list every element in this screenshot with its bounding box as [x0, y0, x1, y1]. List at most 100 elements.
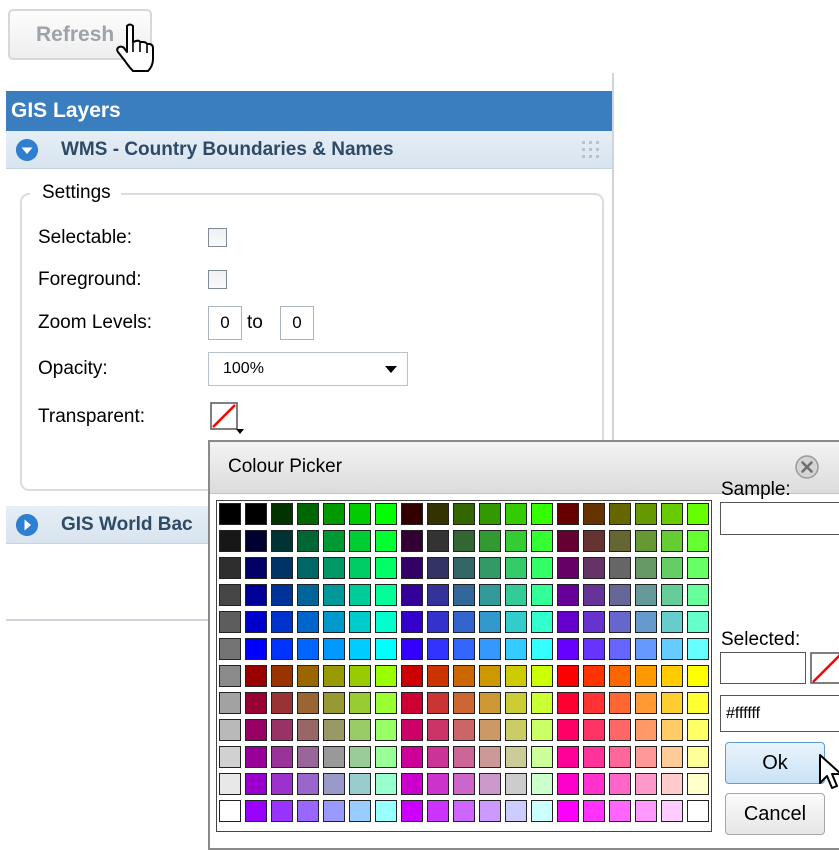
- colour-swatch[interactable]: [661, 719, 683, 741]
- colour-swatch[interactable]: [219, 638, 241, 660]
- colour-swatch[interactable]: [531, 692, 553, 714]
- colour-swatch[interactable]: [297, 557, 319, 579]
- colour-swatch[interactable]: [557, 503, 579, 525]
- colour-swatch[interactable]: [297, 719, 319, 741]
- colour-swatch[interactable]: [687, 611, 709, 633]
- colour-swatch[interactable]: [323, 773, 345, 795]
- colour-swatch[interactable]: [479, 746, 501, 768]
- colour-swatch[interactable]: [349, 611, 371, 633]
- colour-swatch[interactable]: [453, 665, 475, 687]
- colour-swatch[interactable]: [479, 584, 501, 606]
- colour-swatch[interactable]: [557, 530, 579, 552]
- colour-swatch[interactable]: [245, 584, 267, 606]
- colour-swatch[interactable]: [271, 692, 293, 714]
- colour-swatch[interactable]: [219, 503, 241, 525]
- expand-toggle-icon[interactable]: [16, 514, 38, 536]
- colour-swatch[interactable]: [427, 665, 449, 687]
- colour-swatch[interactable]: [401, 584, 423, 606]
- colour-swatch[interactable]: [271, 719, 293, 741]
- colour-swatch[interactable]: [635, 530, 657, 552]
- colour-swatch[interactable]: [349, 746, 371, 768]
- colour-swatch[interactable]: [557, 692, 579, 714]
- colour-swatch[interactable]: [271, 773, 293, 795]
- colour-swatch[interactable]: [375, 719, 397, 741]
- colour-swatch[interactable]: [245, 719, 267, 741]
- colour-swatch[interactable]: [505, 800, 527, 822]
- colour-swatch[interactable]: [583, 611, 605, 633]
- colour-swatch[interactable]: [687, 773, 709, 795]
- colour-swatch[interactable]: [349, 719, 371, 741]
- collapse-toggle-icon[interactable]: [16, 139, 38, 161]
- colour-swatch[interactable]: [609, 611, 631, 633]
- colour-swatch[interactable]: [271, 530, 293, 552]
- colour-swatch[interactable]: [245, 530, 267, 552]
- cancel-button[interactable]: Cancel: [725, 793, 825, 835]
- colour-swatch[interactable]: [531, 584, 553, 606]
- colour-swatch[interactable]: [375, 530, 397, 552]
- colour-swatch[interactable]: [219, 692, 241, 714]
- selectable-checkbox[interactable]: [208, 228, 227, 247]
- colour-swatch[interactable]: [323, 665, 345, 687]
- colour-swatch[interactable]: [687, 719, 709, 741]
- colour-swatch[interactable]: [661, 584, 683, 606]
- colour-swatch[interactable]: [427, 800, 449, 822]
- colour-swatch[interactable]: [271, 503, 293, 525]
- colour-swatch[interactable]: [661, 611, 683, 633]
- colour-swatch[interactable]: [479, 800, 501, 822]
- colour-swatch[interactable]: [479, 665, 501, 687]
- colour-swatch[interactable]: [375, 746, 397, 768]
- colour-swatch[interactable]: [687, 503, 709, 525]
- colour-swatch[interactable]: [219, 746, 241, 768]
- colour-swatch[interactable]: [271, 665, 293, 687]
- colour-swatch[interactable]: [531, 773, 553, 795]
- colour-swatch[interactable]: [609, 503, 631, 525]
- colour-swatch[interactable]: [427, 773, 449, 795]
- colour-swatch[interactable]: [557, 611, 579, 633]
- colour-swatch[interactable]: [323, 638, 345, 660]
- colour-swatch[interactable]: [505, 611, 527, 633]
- colour-swatch[interactable]: [687, 665, 709, 687]
- colour-swatch[interactable]: [349, 665, 371, 687]
- colour-swatch[interactable]: [531, 665, 553, 687]
- colour-swatch[interactable]: [531, 800, 553, 822]
- colour-swatch[interactable]: [453, 584, 475, 606]
- colour-swatch[interactable]: [453, 611, 475, 633]
- colour-swatch[interactable]: [583, 719, 605, 741]
- colour-swatch[interactable]: [661, 692, 683, 714]
- colour-swatch[interactable]: [401, 692, 423, 714]
- colour-swatch[interactable]: [375, 557, 397, 579]
- colour-swatch[interactable]: [479, 530, 501, 552]
- colour-swatch[interactable]: [661, 557, 683, 579]
- colour-swatch[interactable]: [635, 773, 657, 795]
- colour-swatch[interactable]: [609, 773, 631, 795]
- colour-swatch[interactable]: [609, 692, 631, 714]
- colour-swatch[interactable]: [583, 584, 605, 606]
- colour-swatch[interactable]: [401, 611, 423, 633]
- colour-swatch[interactable]: [323, 503, 345, 525]
- colour-swatch[interactable]: [479, 503, 501, 525]
- colour-swatch[interactable]: [557, 584, 579, 606]
- colour-swatch[interactable]: [453, 503, 475, 525]
- colour-swatch[interactable]: [687, 800, 709, 822]
- colour-swatch[interactable]: [557, 746, 579, 768]
- colour-swatch[interactable]: [505, 746, 527, 768]
- colour-swatch[interactable]: [427, 692, 449, 714]
- colour-swatch[interactable]: [375, 503, 397, 525]
- colour-swatch[interactable]: [557, 557, 579, 579]
- colour-swatch[interactable]: [635, 692, 657, 714]
- colour-swatch[interactable]: [245, 773, 267, 795]
- colour-swatch[interactable]: [635, 557, 657, 579]
- colour-swatch[interactable]: [453, 638, 475, 660]
- colour-swatch[interactable]: [323, 719, 345, 741]
- colour-swatch[interactable]: [505, 773, 527, 795]
- colour-swatch[interactable]: [609, 665, 631, 687]
- colour-swatch[interactable]: [375, 611, 397, 633]
- colour-swatch[interactable]: [557, 665, 579, 687]
- colour-swatch[interactable]: [609, 584, 631, 606]
- colour-swatch[interactable]: [349, 773, 371, 795]
- colour-swatch[interactable]: [401, 800, 423, 822]
- colour-swatch[interactable]: [427, 638, 449, 660]
- colour-swatch[interactable]: [453, 719, 475, 741]
- colour-swatch[interactable]: [557, 719, 579, 741]
- colour-swatch[interactable]: [401, 557, 423, 579]
